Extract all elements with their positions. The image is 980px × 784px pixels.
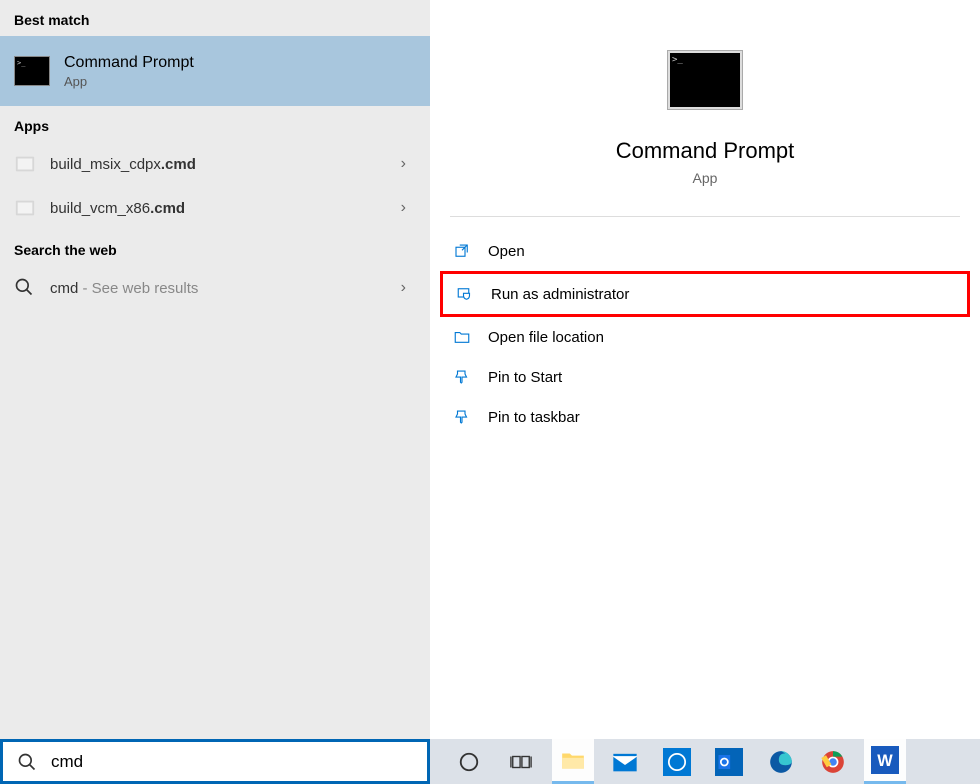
action-open-file-location-label: Open file location [488, 329, 604, 346]
app-result-1[interactable]: build_msix_cdpx.cmd › [0, 142, 430, 186]
action-pin-taskbar-label: Pin to taskbar [488, 409, 580, 426]
search-results-panel: Best match Command Prompt App Apps build… [0, 0, 430, 739]
action-pin-start[interactable]: Pin to Start [440, 357, 970, 397]
divider [450, 216, 960, 217]
app-result-2-label: build_vcm_x86.cmd [50, 200, 401, 217]
mail-icon[interactable] [604, 739, 646, 784]
details-header: Command Prompt App [430, 40, 980, 206]
task-view-icon[interactable] [500, 739, 542, 784]
pin-icon [452, 367, 472, 387]
action-run-as-admin[interactable]: Run as administrator [440, 271, 970, 317]
action-pin-start-label: Pin to Start [488, 369, 562, 386]
cortana-icon[interactable] [448, 739, 490, 784]
action-open[interactable]: Open [440, 231, 970, 271]
command-prompt-icon [14, 56, 50, 86]
open-icon [452, 241, 472, 261]
chrome-icon[interactable] [812, 739, 854, 784]
details-title: Command Prompt [430, 138, 980, 164]
action-open-label: Open [488, 243, 525, 260]
actions-list: Open Run as administrator Open file loca… [430, 227, 980, 441]
action-pin-taskbar[interactable]: Pin to taskbar [440, 397, 970, 437]
chevron-right-icon: › [401, 199, 406, 217]
search-box[interactable] [0, 739, 430, 784]
folder-icon [452, 327, 472, 347]
action-run-as-admin-label: Run as administrator [491, 286, 629, 303]
search-icon [17, 752, 37, 772]
search-input[interactable] [51, 752, 413, 772]
admin-shield-icon [455, 284, 475, 304]
best-match-text: Command Prompt App [64, 54, 194, 89]
script-icon [14, 153, 36, 175]
best-match-result[interactable]: Command Prompt App [0, 36, 430, 106]
app-result-1-label: build_msix_cdpx.cmd [50, 156, 401, 173]
word-icon[interactable]: W [864, 739, 906, 784]
best-match-subtitle: App [64, 74, 194, 89]
command-prompt-icon [667, 50, 743, 110]
best-match-title: Command Prompt [64, 54, 194, 72]
web-result[interactable]: cmd - See web results › [0, 266, 430, 310]
script-icon [14, 197, 36, 219]
outlook-icon[interactable] [708, 739, 750, 784]
edge-icon[interactable] [760, 739, 802, 784]
search-icon [14, 277, 36, 299]
taskbar: W [0, 739, 980, 784]
apps-heading: Apps [0, 106, 430, 142]
chevron-right-icon: › [401, 155, 406, 173]
chevron-right-icon: › [401, 279, 406, 297]
taskbar-icons: W [430, 739, 906, 784]
web-result-label: cmd - See web results [50, 280, 401, 297]
app-result-2[interactable]: build_vcm_x86.cmd › [0, 186, 430, 230]
pin-icon [452, 407, 472, 427]
file-explorer-icon[interactable] [552, 739, 594, 784]
dell-icon[interactable] [656, 739, 698, 784]
svg-text:W: W [877, 752, 893, 770]
web-heading: Search the web [0, 230, 430, 266]
details-panel: Command Prompt App Open Run as administr… [430, 0, 980, 739]
best-match-heading: Best match [0, 0, 430, 36]
action-open-file-location[interactable]: Open file location [440, 317, 970, 357]
details-subtitle: App [430, 170, 980, 186]
